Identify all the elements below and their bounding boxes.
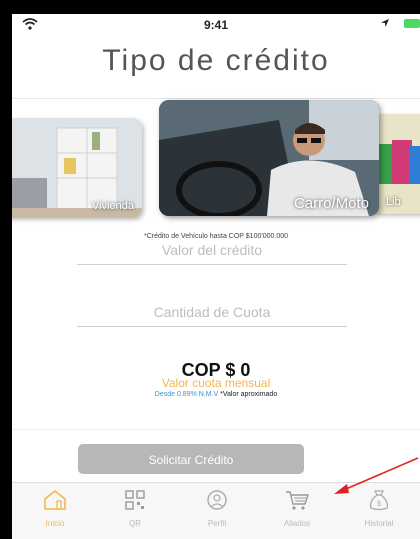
tab-historial[interactable]: $ Historial [344, 489, 414, 528]
monthly-payment-label: Valor cuota mensual [161, 376, 271, 390]
divider [12, 98, 420, 99]
tab-label: Aliados [283, 519, 311, 528]
page-title: Tipo de crédito [102, 44, 330, 77]
carousel-card-carro-moto[interactable]: Carro/Moto [159, 100, 379, 216]
credit-type-carousel[interactable]: Vivienda Carro/Moto Lib [12, 100, 420, 230]
input-underline [77, 264, 347, 265]
battery-icon [404, 19, 420, 28]
home-icon [44, 489, 66, 510]
bottom-tab-bar: Inicio QR Perfil Aliados $ Historial [12, 482, 420, 539]
installments-field[interactable]: Cantidad de Cuota [77, 304, 347, 327]
tab-aliados[interactable]: Aliados [262, 489, 332, 528]
credit-limit-note: *Crédito de Vehículo hasta COP $100'000.… [143, 233, 289, 240]
status-time: 9:41 [203, 18, 229, 32]
tab-qr[interactable]: QR [100, 489, 170, 528]
svg-text:$: $ [377, 501, 381, 508]
status-bar: 9:41 [12, 14, 420, 36]
carousel-label: Lib [386, 196, 401, 208]
carousel-label: Vivienda [92, 200, 134, 212]
rate-info: Desde 0.89% N.M.V *Valor aproximado [12, 391, 420, 398]
carousel-label: Carro/Moto [293, 195, 369, 212]
input-underline [77, 326, 347, 327]
credit-amount-field[interactable]: Valor del crédito [77, 242, 347, 265]
money-bag-icon: $ [369, 490, 389, 511]
cart-icon [286, 491, 309, 510]
divider [12, 429, 420, 430]
tab-inicio[interactable]: Inicio [20, 489, 90, 528]
qr-icon [125, 490, 145, 510]
location-arrow-icon [381, 19, 389, 27]
app-screen: 9:41 Tipo de crédito Vivienda Carro/Moto… [12, 14, 420, 539]
carousel-card-libre[interactable]: Lib [372, 114, 420, 214]
installments-input[interactable]: Cantidad de Cuota [77, 304, 347, 320]
tab-label: Inicio [45, 519, 65, 528]
tab-label: QR [129, 519, 141, 528]
request-credit-button[interactable]: Solicitar Crédito [78, 444, 304, 474]
tab-label: Historial [364, 519, 394, 528]
interest-rate-text: Desde 0.89% N.M.V [154, 391, 219, 398]
tab-label: Perfil [207, 519, 227, 528]
profile-icon [207, 490, 227, 510]
device-frame: 9:41 Tipo de crédito Vivienda Carro/Moto… [0, 0, 420, 539]
credit-amount-input[interactable]: Valor del crédito [77, 242, 347, 258]
approx-value-text: *Valor aproximado [220, 391, 278, 398]
carousel-card-vivienda[interactable]: Vivienda [12, 118, 142, 218]
tab-perfil[interactable]: Perfil [182, 489, 252, 528]
